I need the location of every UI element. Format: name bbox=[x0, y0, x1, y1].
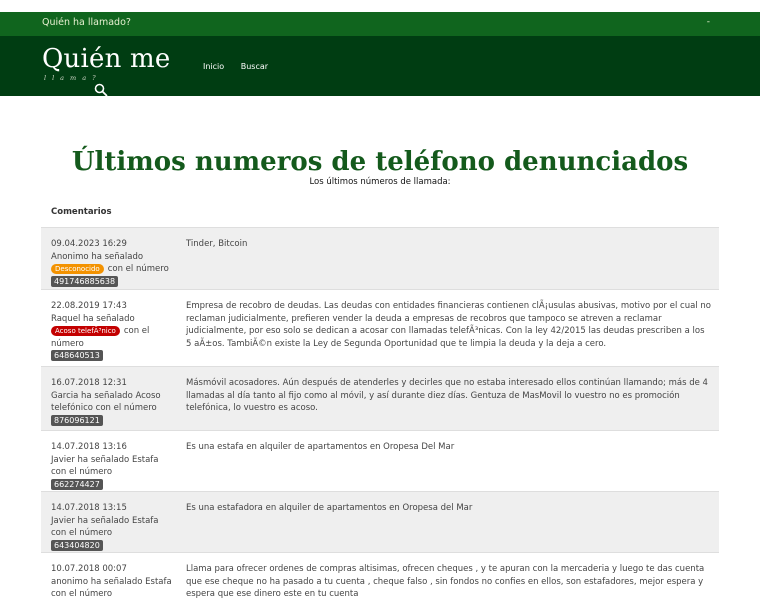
table-row: 09.04.2023 16:29 Anonimo ha señalado Desco… bbox=[41, 227, 719, 289]
row-reporter: Raquel ha señalado bbox=[51, 313, 135, 324]
phone-number-tag[interactable]: 648640513 bbox=[51, 350, 103, 361]
phone-number-tag[interactable]: 662274427 bbox=[51, 478, 103, 490]
row-date: 16.07.2018 12:31 bbox=[51, 378, 127, 388]
row-comment: Llama para ofrecer ordenes de compras al… bbox=[186, 564, 705, 599]
search-icon[interactable] bbox=[94, 83, 108, 97]
table-row: 16.07.2018 12:31 Garcia ha señalado Acoso… bbox=[41, 366, 719, 430]
phone-number-tag[interactable]: 876096121 bbox=[51, 414, 103, 426]
top-bar-dot[interactable]: - bbox=[707, 17, 710, 27]
table-row: 22.08.2019 17:43 Raquel ha señalado Acoso … bbox=[41, 289, 719, 366]
row-reporter: Anonimo ha señalado bbox=[51, 251, 144, 262]
row-comment: Es una estafadora en alquiler de apartam… bbox=[186, 503, 473, 513]
row-comment: Es una estafa en alquiler de apartamento… bbox=[186, 442, 455, 452]
phone-number-tag[interactable]: 491746885638 bbox=[51, 275, 119, 287]
nav-inicio[interactable]: Inicio bbox=[203, 62, 224, 71]
comments-heading: Comentarios bbox=[51, 207, 112, 217]
row-reporter: anonimo ha señalado Estafa con el número bbox=[51, 576, 172, 600]
page-title: Últimos numeros de teléfono denunciados bbox=[71, 147, 689, 177]
row-date: 09.04.2023 16:29 bbox=[51, 239, 127, 249]
row-date: 14.07.2018 13:16 bbox=[51, 442, 127, 452]
row-reporter: Javier ha señalado Estafa con el número bbox=[51, 454, 159, 478]
table-row: 14.07.2018 13:15 Javier ha señalado Estaf… bbox=[41, 491, 719, 552]
category-badge[interactable]: Acoso telefÃ³nico bbox=[51, 326, 120, 336]
phone-number-tag[interactable]: 643404820 bbox=[51, 539, 103, 551]
logo-subtext: llama? bbox=[44, 74, 102, 82]
row-comment: Másmóvil acosadores. Aún después de aten… bbox=[186, 378, 708, 413]
page-subtitle: Los últimos números de llamada: bbox=[309, 177, 451, 187]
logo-text[interactable]: Quién me bbox=[42, 44, 170, 74]
comments-list: 09.04.2023 16:29 Anonimo ha señalado Desco… bbox=[41, 227, 719, 600]
row-reporter: Garcia ha señalado Acoso telefónico con … bbox=[51, 390, 161, 414]
row-category-line: Desconocido con el número bbox=[51, 263, 173, 276]
top-bar: Quién ha llamado? - bbox=[0, 12, 760, 36]
row-comment: Empresa de recobro de deudas. Las deudas… bbox=[186, 301, 711, 349]
row-date: 10.07.2018 00:07 bbox=[51, 564, 127, 574]
table-row: 14.07.2018 13:16 Javier ha señalado Estaf… bbox=[41, 430, 719, 491]
nav-buscar[interactable]: Buscar bbox=[241, 62, 268, 71]
row-meta: 10.07.2018 00:07 anonimo ha señalado Esta… bbox=[51, 563, 173, 600]
site-header: Quién me llama? Inicio Buscar bbox=[0, 36, 760, 97]
row-meta: 09.04.2023 16:29 Anonimo ha señalado Desco… bbox=[51, 238, 173, 288]
site-link[interactable]: Quién ha llamado? bbox=[42, 17, 131, 28]
row-date: 14.07.2018 13:15 bbox=[51, 503, 127, 513]
category-badge[interactable]: Desconocido bbox=[51, 264, 104, 274]
row-meta: 14.07.2018 13:15 Javier ha señalado Estaf… bbox=[51, 502, 173, 552]
row-meta: 16.07.2018 12:31 Garcia ha señalado Acoso… bbox=[51, 377, 173, 427]
table-row: 10.07.2018 00:07 anonimo ha señalado Esta… bbox=[41, 552, 719, 600]
row-comment: Tinder, Bitcoin bbox=[186, 239, 248, 249]
row-meta: 22.08.2019 17:43 Raquel ha señalado Acoso … bbox=[51, 300, 173, 363]
main-nav: Inicio Buscar bbox=[203, 62, 282, 71]
row-tail-text: con el número bbox=[107, 264, 169, 274]
row-reporter: Javier ha señalado Estafa con el número bbox=[51, 515, 159, 539]
row-category-line: Acoso telefÃ³nico con el número bbox=[51, 325, 173, 350]
row-meta: 14.07.2018 13:16 Javier ha señalado Estaf… bbox=[51, 441, 173, 491]
row-date: 22.08.2019 17:43 bbox=[51, 301, 127, 311]
